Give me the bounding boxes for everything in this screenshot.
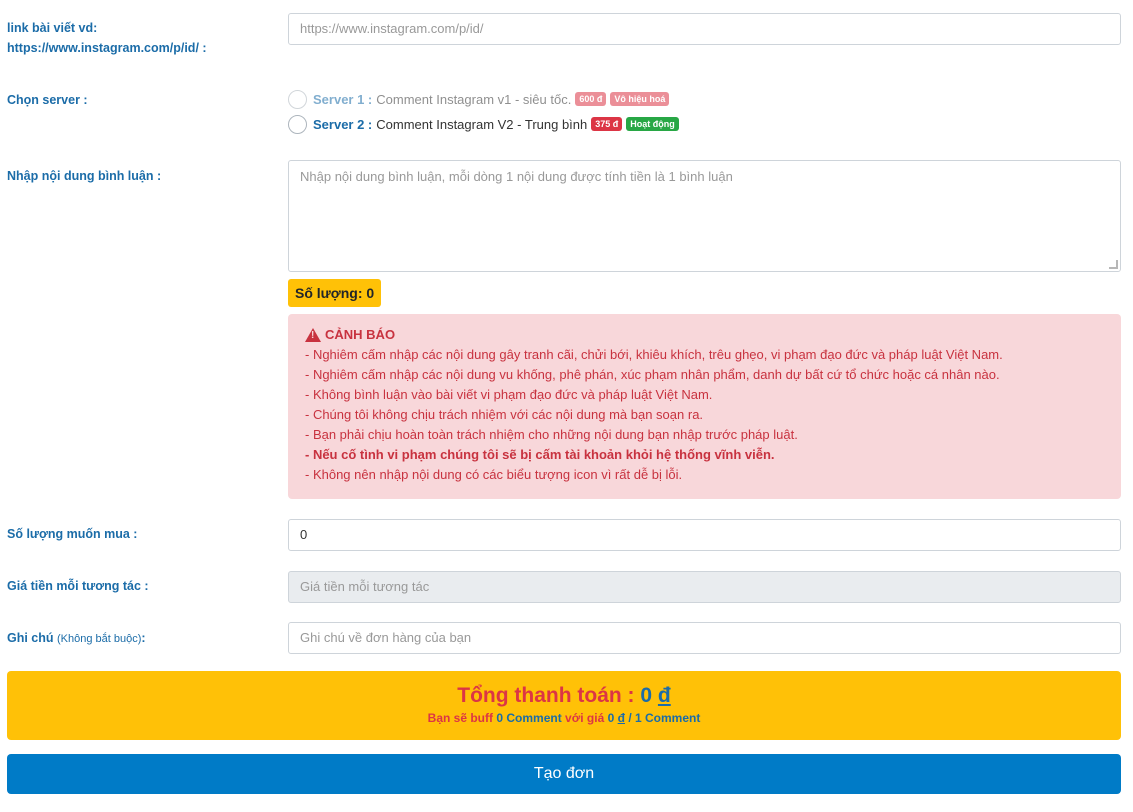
total-currency: đ xyxy=(657,684,671,707)
server-2-price-badge: 375 đ xyxy=(591,117,623,131)
warning-line: - Bạn phải chịu hoàn toàn trách nhiệm ch… xyxy=(305,427,798,442)
comments-placeholder: Nhập nội dung bình luận, mỗi dòng 1 nội … xyxy=(300,169,733,184)
server-1-desc: Comment Instagram v1 - siêu tốc. xyxy=(376,91,572,107)
warning-alert: CẢNH BÁO - Nghiêm cấm nhập các nội dung … xyxy=(288,314,1121,499)
server-1-price-badge: 600 đ xyxy=(575,92,607,106)
note-label-colon: : xyxy=(141,631,146,645)
quantity-input[interactable]: 0 xyxy=(288,519,1121,551)
warning-line-emphasis: - Nếu cố tình vi phạm chúng tôi sẽ bị cấ… xyxy=(305,447,775,462)
server-1-name: Server 1 : xyxy=(313,91,373,107)
comments-textarea[interactable]: Nhập nội dung bình luận, mỗi dòng 1 nội … xyxy=(288,160,1121,272)
total-amount: 0 xyxy=(640,684,653,707)
warning-line: - Chúng tôi không chịu trách nhiệm với c… xyxy=(305,407,704,422)
summary-suffix: / 1 Comment xyxy=(628,711,701,725)
warning-line: - Không bình luận vào bài viết vi phạm đ… xyxy=(305,387,713,402)
summary-count: 0 Comment xyxy=(496,711,562,725)
warning-line: - Không nên nhập nội dung có các biểu tư… xyxy=(305,467,683,482)
note-label-text: Ghi chú xyxy=(7,631,54,645)
price-label: Giá tiền mỗi tương tác : xyxy=(7,579,149,593)
link-input[interactable]: https://www.instagram.com/p/id/ xyxy=(288,13,1121,45)
server-2-name: Server 2 : xyxy=(313,116,373,132)
link-label: link bài viết vd: https://www.instagram.… xyxy=(7,18,207,58)
summary-currency: đ xyxy=(617,711,625,725)
summary-mid: với giá xyxy=(565,711,605,725)
note-label: Ghi chú (Không bắt buộc): xyxy=(7,628,146,649)
server-2-radio[interactable] xyxy=(288,114,307,134)
link-label-line2: https://www.instagram.com/p/id/ : xyxy=(7,41,207,55)
warning-line: - Nghiêm cấm nhập các nội dung vu khống,… xyxy=(305,367,1000,382)
total-summary: Bạn sẽ buff 0 Comment với giá 0 đ / 1 Co… xyxy=(7,709,1121,727)
note-optional-hint: (Không bắt buộc) xyxy=(57,633,142,645)
quantity-label: Số lượng muốn mua : xyxy=(7,527,138,541)
warning-triangle-icon xyxy=(305,328,321,342)
total-title-label: Tổng thanh toán : xyxy=(457,684,635,707)
total-title: Tổng thanh toán : 0 đ xyxy=(7,683,1121,709)
comment-count-badge: Số lượng: 0 xyxy=(288,279,382,307)
create-order-button[interactable]: Tạo đơn xyxy=(7,754,1121,794)
total-panel: Tổng thanh toán : 0 đ Bạn sẽ buff 0 Comm… xyxy=(7,671,1121,740)
server-2-desc: Comment Instagram V2 - Trung bình xyxy=(376,116,588,132)
link-label-line1: link bài viết vd: xyxy=(7,21,98,35)
price-input: Giá tiền mỗi tương tác xyxy=(288,571,1121,603)
warning-line: - Nghiêm cấm nhập các nội dung gây tranh… xyxy=(305,347,1003,362)
warning-title: CẢNH BÁO xyxy=(305,325,1104,345)
server-1-status-badge: Vô hiệu hoá xyxy=(610,92,670,106)
server-label: Chọn server : xyxy=(7,93,88,107)
warning-title-text: CẢNH BÁO xyxy=(325,327,396,342)
server-1-radio[interactable] xyxy=(288,89,307,109)
server-2-status-badge: Hoạt động xyxy=(626,117,679,131)
resize-handle-icon[interactable] xyxy=(1109,260,1118,269)
note-input[interactable]: Ghi chú về đơn hàng của bạn xyxy=(288,622,1121,654)
server-option-2[interactable]: Server 2 : Comment Instagram V2 - Trung … xyxy=(288,114,679,134)
server-option-1[interactable]: Server 1 : Comment Instagram v1 - siêu t… xyxy=(288,89,670,109)
summary-prefix: Bạn sẽ buff xyxy=(427,711,493,725)
summary-price: 0 xyxy=(607,711,615,725)
comments-label: Nhập nội dung bình luận : xyxy=(7,169,162,183)
